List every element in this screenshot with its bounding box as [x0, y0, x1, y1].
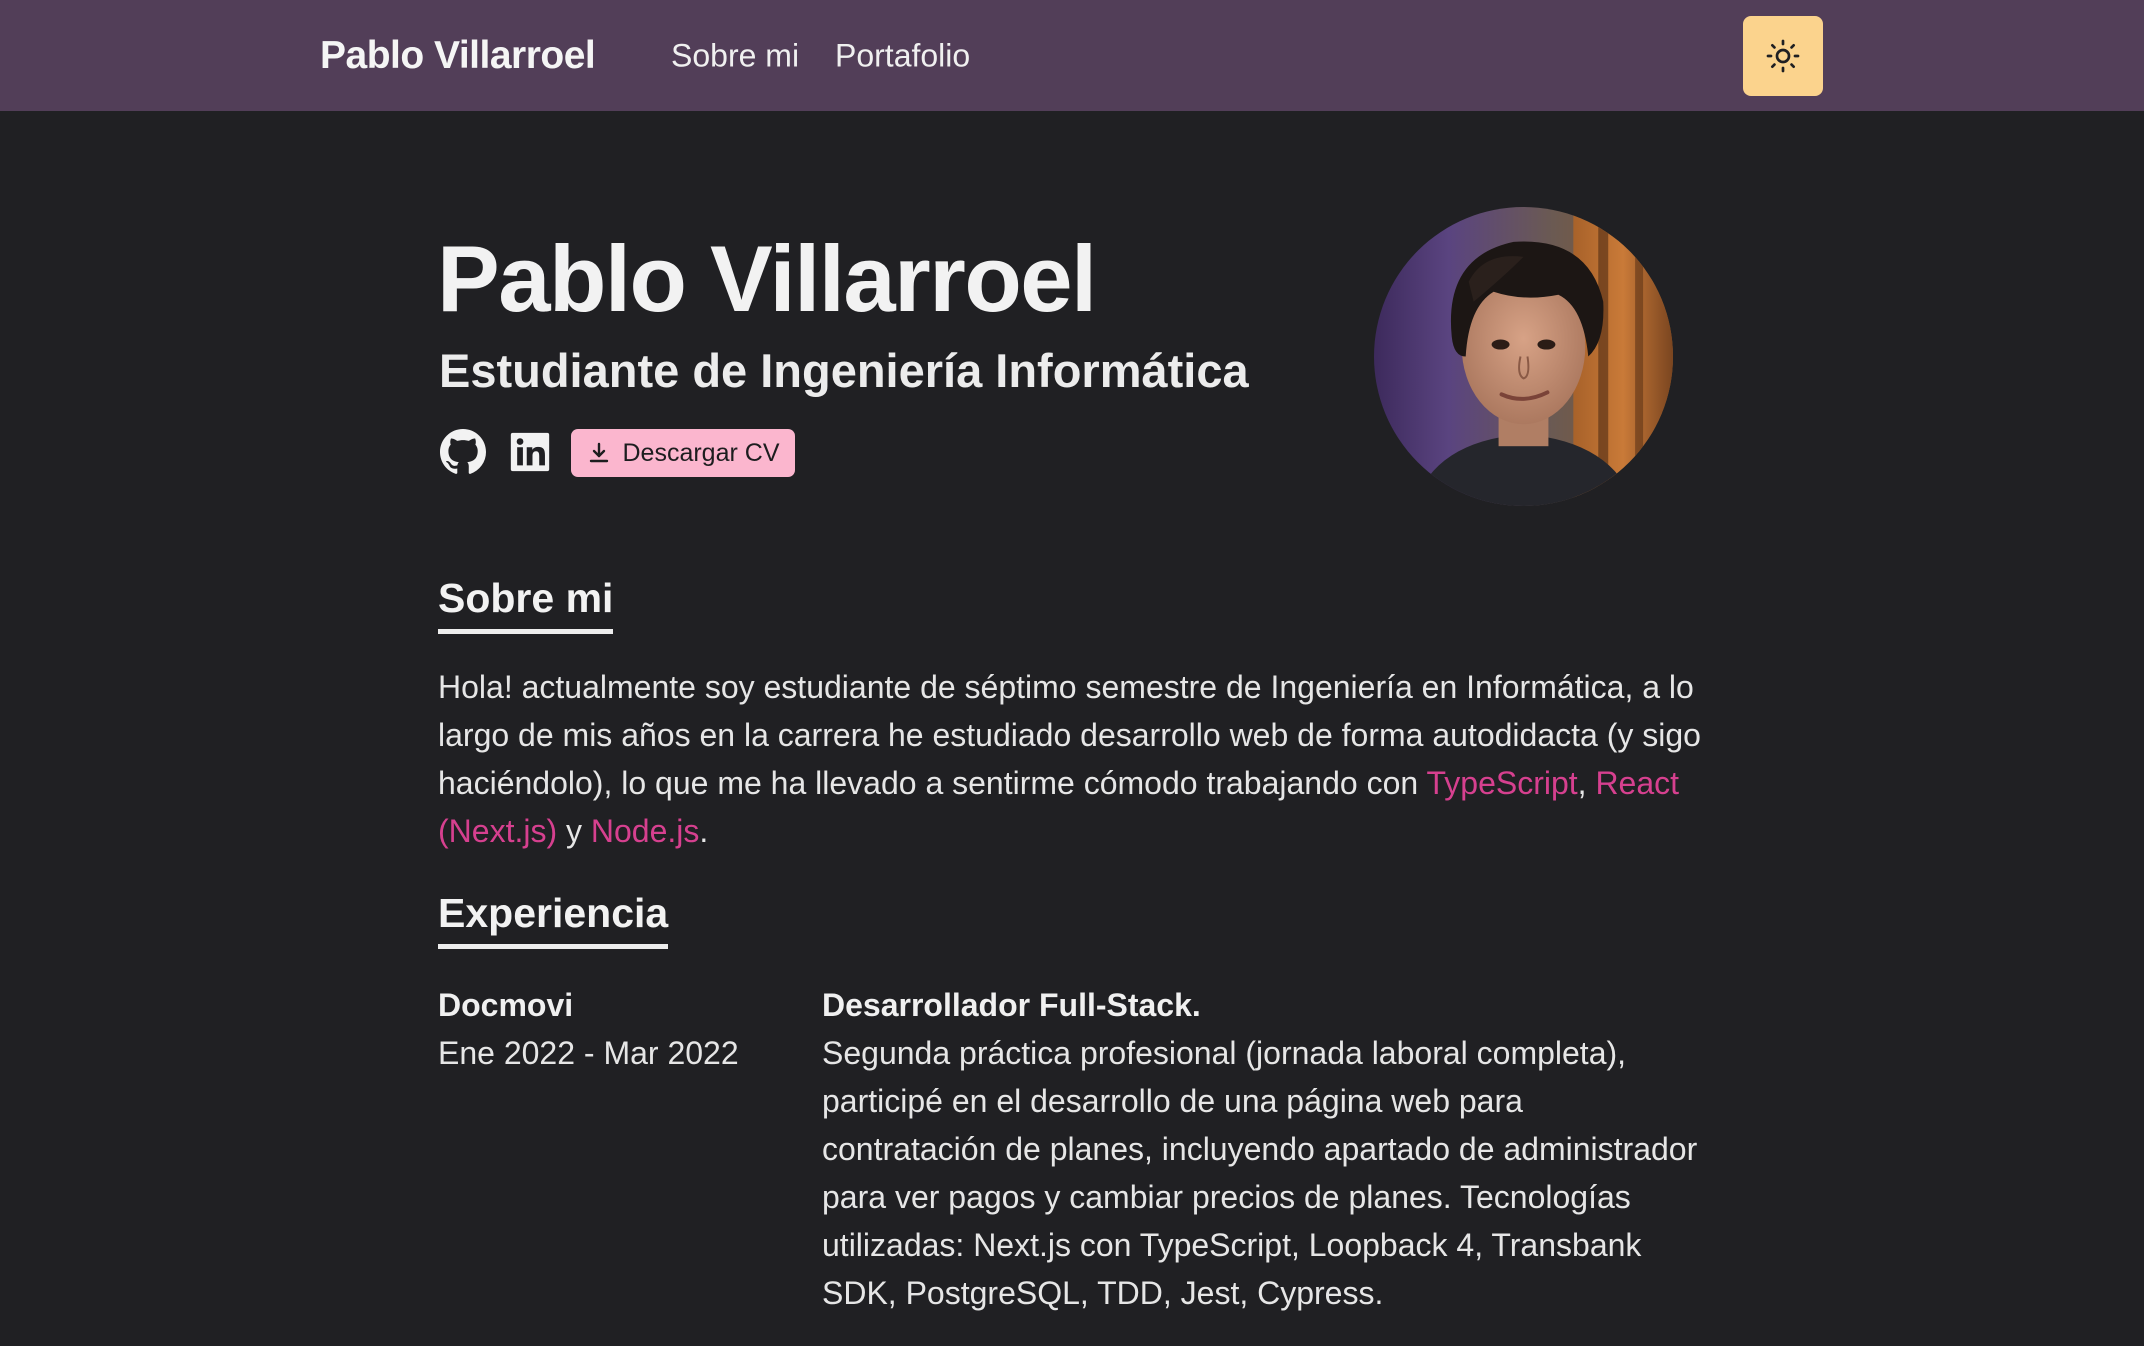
about-separator-1: , — [1577, 765, 1596, 801]
about-paragraph: Hola! actualmente soy estudiante de sépt… — [438, 663, 1728, 855]
theme-toggle-button[interactable] — [1743, 16, 1823, 96]
section-title-experiencia: Experiencia — [438, 893, 669, 949]
navbar: Pablo Villarroel Sobre mi Portafolio — [0, 0, 2144, 111]
about-end-punctuation: . — [699, 813, 709, 849]
avatar-photo — [1374, 207, 1673, 506]
github-icon — [440, 429, 486, 474]
brand-link[interactable]: Pablo Villarroel — [320, 34, 596, 78]
linkedin-icon — [510, 432, 550, 472]
tech-nodejs: Node.js — [590, 813, 700, 849]
nav-link-sobre-mi[interactable]: Sobre mi — [671, 38, 799, 75]
download-cv-label: Descargar CV — [622, 438, 780, 467]
sun-icon — [1766, 39, 1800, 73]
experience-role: Desarrollador Full-Stack. — [822, 987, 1201, 1023]
avatar — [1374, 207, 1673, 506]
section-title-sobre-mi: Sobre mi — [438, 578, 614, 634]
experience-dates: Ene 2022 - Mar 2022 — [438, 1035, 739, 1071]
github-link[interactable] — [439, 428, 487, 476]
experience-company: Docmovi — [438, 987, 574, 1023]
hero-name: Pablo Villarroel — [437, 226, 1097, 331]
tech-typescript: TypeScript — [1426, 765, 1578, 801]
download-cv-button[interactable]: Descargar CV — [571, 429, 795, 477]
nav-link-portafolio[interactable]: Portafolio — [835, 38, 970, 75]
linkedin-link[interactable] — [506, 428, 554, 476]
about-separator-2: y — [557, 813, 591, 849]
download-icon — [589, 442, 608, 463]
hero-role: Estudiante de Ingeniería Informática — [439, 344, 1249, 397]
experience-description: Segunda práctica profesional (jornada la… — [822, 1035, 1698, 1311]
